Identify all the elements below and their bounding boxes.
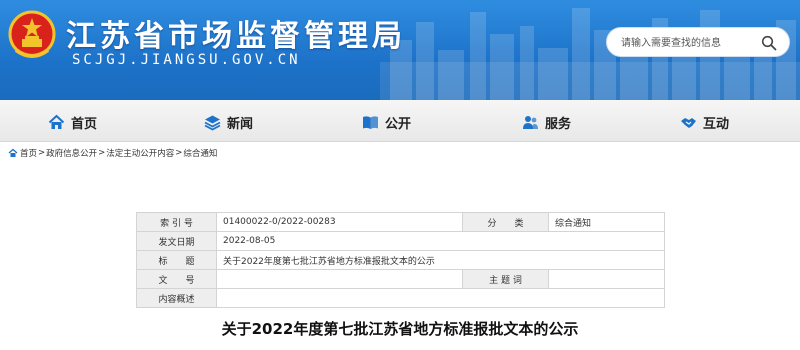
breadcrumb-item-general-notice[interactable]: 综合通知 xyxy=(183,147,217,159)
document-info-table: 索 引 号 01400022-0/2022-00283 分 类 综合通知 发文日… xyxy=(136,212,665,308)
summary-value xyxy=(216,288,665,308)
date-label: 发文日期 xyxy=(136,231,217,251)
title-value: 关于2022年度第七批江苏省地方标准报批文本的公示 xyxy=(216,250,665,270)
breadcrumb-separator: > xyxy=(98,148,106,158)
category-label: 分 类 xyxy=(462,212,549,232)
breadcrumb-item-home[interactable]: 首页 xyxy=(20,147,37,159)
category-value: 综合通知 xyxy=(548,212,665,232)
breadcrumb-item-statutory[interactable]: 法定主动公开内容 xyxy=(106,147,174,159)
nav-item-label: 服务 xyxy=(545,116,572,132)
national-emblem-icon xyxy=(8,10,56,58)
table-row: 内容概述 xyxy=(136,288,665,308)
nav-item-label: 首页 xyxy=(71,116,98,132)
breadcrumb-separator: > xyxy=(38,148,46,158)
document-title: 关于2022年度第七批江苏省地方标准报批文本的公示 xyxy=(221,320,579,338)
table-row: 标 题 关于2022年度第七批江苏省地方标准报批文本的公示 xyxy=(136,250,665,270)
main-nav: 首页 新闻 公开 服务 互动 xyxy=(0,100,800,142)
table-row: 发文日期 2022-08-05 xyxy=(136,231,665,251)
table-row: 文 号 主 题 词 xyxy=(136,269,665,289)
subject-value xyxy=(548,269,665,289)
index-label: 索 引 号 xyxy=(136,212,217,232)
nav-item-home[interactable]: 首页 xyxy=(48,111,97,133)
index-value: 01400022-0/2022-00283 xyxy=(216,212,463,232)
search-box xyxy=(606,27,790,57)
table-row: 索 引 号 01400022-0/2022-00283 分 类 综合通知 xyxy=(136,212,665,232)
nav-item-label: 互动 xyxy=(703,116,730,132)
book-icon xyxy=(363,115,378,129)
nav-item-label: 公开 xyxy=(385,116,412,132)
breadcrumb-separator: > xyxy=(175,148,183,158)
site-header: 江苏省市场监督管理局 SCJGJ.JIANGSU.GOV.CN xyxy=(0,0,800,100)
site-title: 江苏省市场监督管理局 xyxy=(66,19,406,54)
docno-value xyxy=(216,269,463,289)
home-icon xyxy=(8,148,18,157)
date-value: 2022-08-05 xyxy=(216,231,665,251)
nav-item-interaction[interactable]: 互动 xyxy=(680,111,729,133)
title-label: 标 题 xyxy=(136,250,217,270)
nav-item-label: 新闻 xyxy=(227,116,254,132)
home-icon xyxy=(48,114,65,129)
breadcrumb-item-gov-info[interactable]: 政府信息公开 xyxy=(46,147,97,159)
nav-item-news[interactable]: 新闻 xyxy=(204,111,253,133)
nav-item-public[interactable]: 公开 xyxy=(362,111,411,133)
people-icon xyxy=(523,115,538,129)
nav-item-service[interactable]: 服务 xyxy=(522,111,571,133)
handshake-icon xyxy=(681,117,696,128)
site-domain: SCJGJ.JIANGSU.GOV.CN xyxy=(72,52,301,68)
subject-label: 主 题 词 xyxy=(462,269,549,289)
summary-label: 内容概述 xyxy=(136,288,217,308)
search-icon[interactable] xyxy=(761,35,777,51)
search-input[interactable] xyxy=(621,34,761,52)
docno-label: 文 号 xyxy=(136,269,217,289)
breadcrumb: 首页 > 政府信息公开 > 法定主动公开内容 > 综合通知 xyxy=(8,146,217,160)
layers-icon xyxy=(204,115,221,131)
